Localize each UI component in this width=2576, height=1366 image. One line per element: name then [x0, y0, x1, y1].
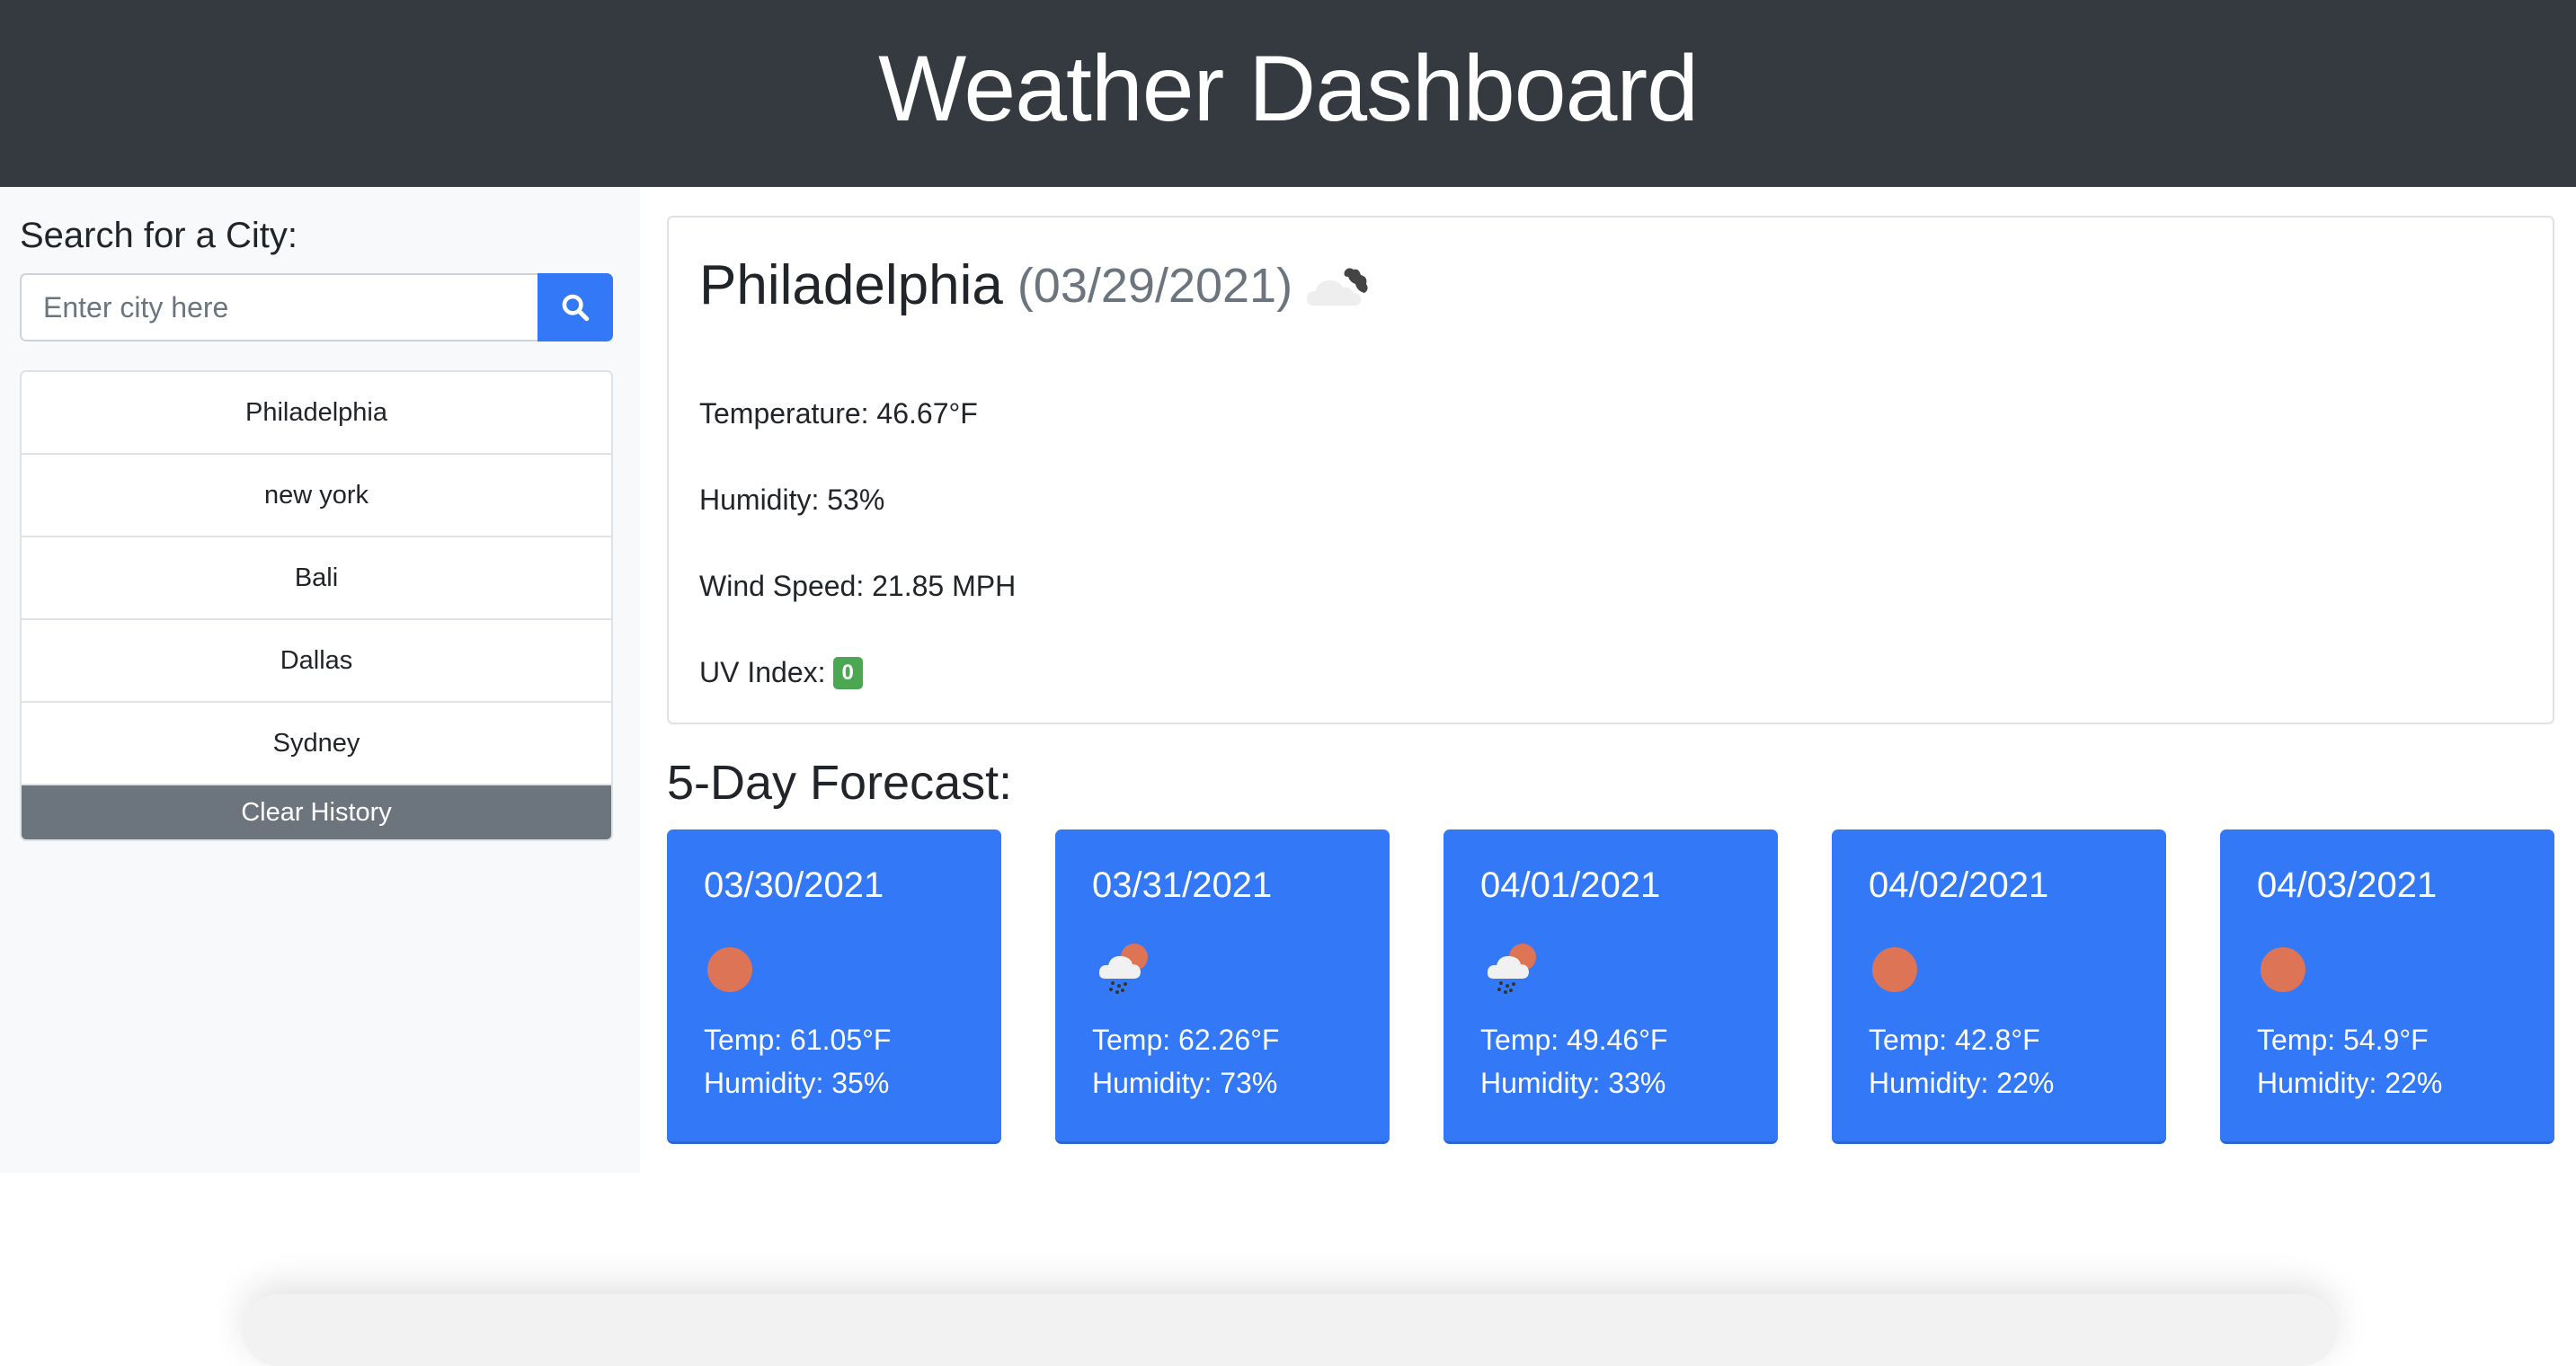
forecast-card: 04/03/2021 Temp: 54.9°F Humidity: 22% — [2220, 829, 2554, 1144]
forecast-card: 04/01/2021 Temp: 49.46°F Humidity: 33% — [1443, 829, 1778, 1144]
search-group — [20, 273, 613, 342]
forecast-temp: Temp: 49.46°F — [1480, 1024, 1668, 1056]
history-item-new-york[interactable]: new york — [22, 455, 611, 537]
forecast-temp: Temp: 42.8°F — [1869, 1024, 2040, 1056]
forecast-humidity: Humidity: 22% — [2257, 1067, 2443, 1099]
search-label: Search for a City: — [20, 216, 298, 255]
sun-icon — [1871, 937, 1934, 1000]
history-item-philadelphia[interactable]: Philadelphia — [22, 372, 611, 455]
forecast-date: 04/02/2021 — [1869, 865, 2049, 905]
forecast-card: 03/30/2021 Temp: 61.05°F Humidity: 35% — [667, 829, 1001, 1144]
rain-sun-icon — [1095, 937, 1158, 1000]
forecast-humidity: Humidity: 33% — [1480, 1067, 1666, 1099]
forecast-date: 03/31/2021 — [1092, 865, 1273, 905]
city-name: Philadelphia — [699, 254, 1003, 316]
search-button[interactable] — [537, 273, 613, 342]
current-wind-speed: Wind Speed: 21.85 MPH — [699, 570, 1017, 602]
current-temperature: Temperature: 46.67°F — [699, 397, 978, 430]
current-humidity: Humidity: 53% — [699, 483, 885, 516]
search-icon — [562, 294, 590, 322]
rain-sun-icon — [1483, 937, 1546, 1000]
forecast-humidity: Humidity: 73% — [1092, 1067, 1278, 1099]
sun-icon — [706, 937, 769, 1000]
city-search-input[interactable] — [20, 273, 537, 342]
current-weather-card: Philadelphia (03/29/2021) Temperature: 4… — [667, 216, 2554, 724]
forecast-temp: Temp: 54.9°F — [2257, 1024, 2429, 1056]
forecast-card: 04/02/2021 Temp: 42.8°F Humidity: 22% — [1832, 829, 2166, 1144]
forecast-temp: Temp: 61.05°F — [704, 1024, 892, 1056]
forecast-humidity: Humidity: 35% — [704, 1067, 890, 1099]
sidebar: Search for a City: Philadelphia new york… — [0, 187, 640, 1173]
current-uv-index: UV Index: 0 — [699, 656, 863, 689]
current-weather-heading: Philadelphia (03/29/2021) — [699, 253, 1377, 317]
history-item-bali[interactable]: Bali — [22, 537, 611, 620]
forecast-title: 5-Day Forecast: — [667, 756, 1013, 810]
history-item-sydney[interactable]: Sydney — [22, 703, 611, 785]
forecast-date: 04/01/2021 — [1480, 865, 1661, 905]
search-history-list: Philadelphia new york Bali Dallas Sydney… — [20, 370, 613, 841]
page-title: Weather Dashboard — [878, 36, 1699, 141]
sun-icon — [2260, 937, 2323, 1000]
forecast-date: 04/03/2021 — [2257, 865, 2438, 905]
cloudy-icon — [1307, 267, 1368, 306]
forecast-temp: Temp: 62.26°F — [1092, 1024, 1280, 1056]
clear-history-button[interactable]: Clear History — [22, 785, 611, 839]
forecast-date: 03/30/2021 — [704, 865, 884, 905]
page-bottom-shadow — [243, 1294, 2337, 1366]
history-item-dallas[interactable]: Dallas — [22, 620, 611, 703]
current-date: (03/29/2021) — [1017, 258, 1293, 313]
uv-badge: 0 — [832, 656, 863, 689]
forecast-humidity: Humidity: 22% — [1869, 1067, 2055, 1099]
forecast-card: 03/31/2021 Temp: 62.26°F Humidity: 73% — [1055, 829, 1390, 1144]
uv-label: UV Index: — [699, 656, 826, 688]
app-header: Weather Dashboard — [0, 0, 2576, 187]
